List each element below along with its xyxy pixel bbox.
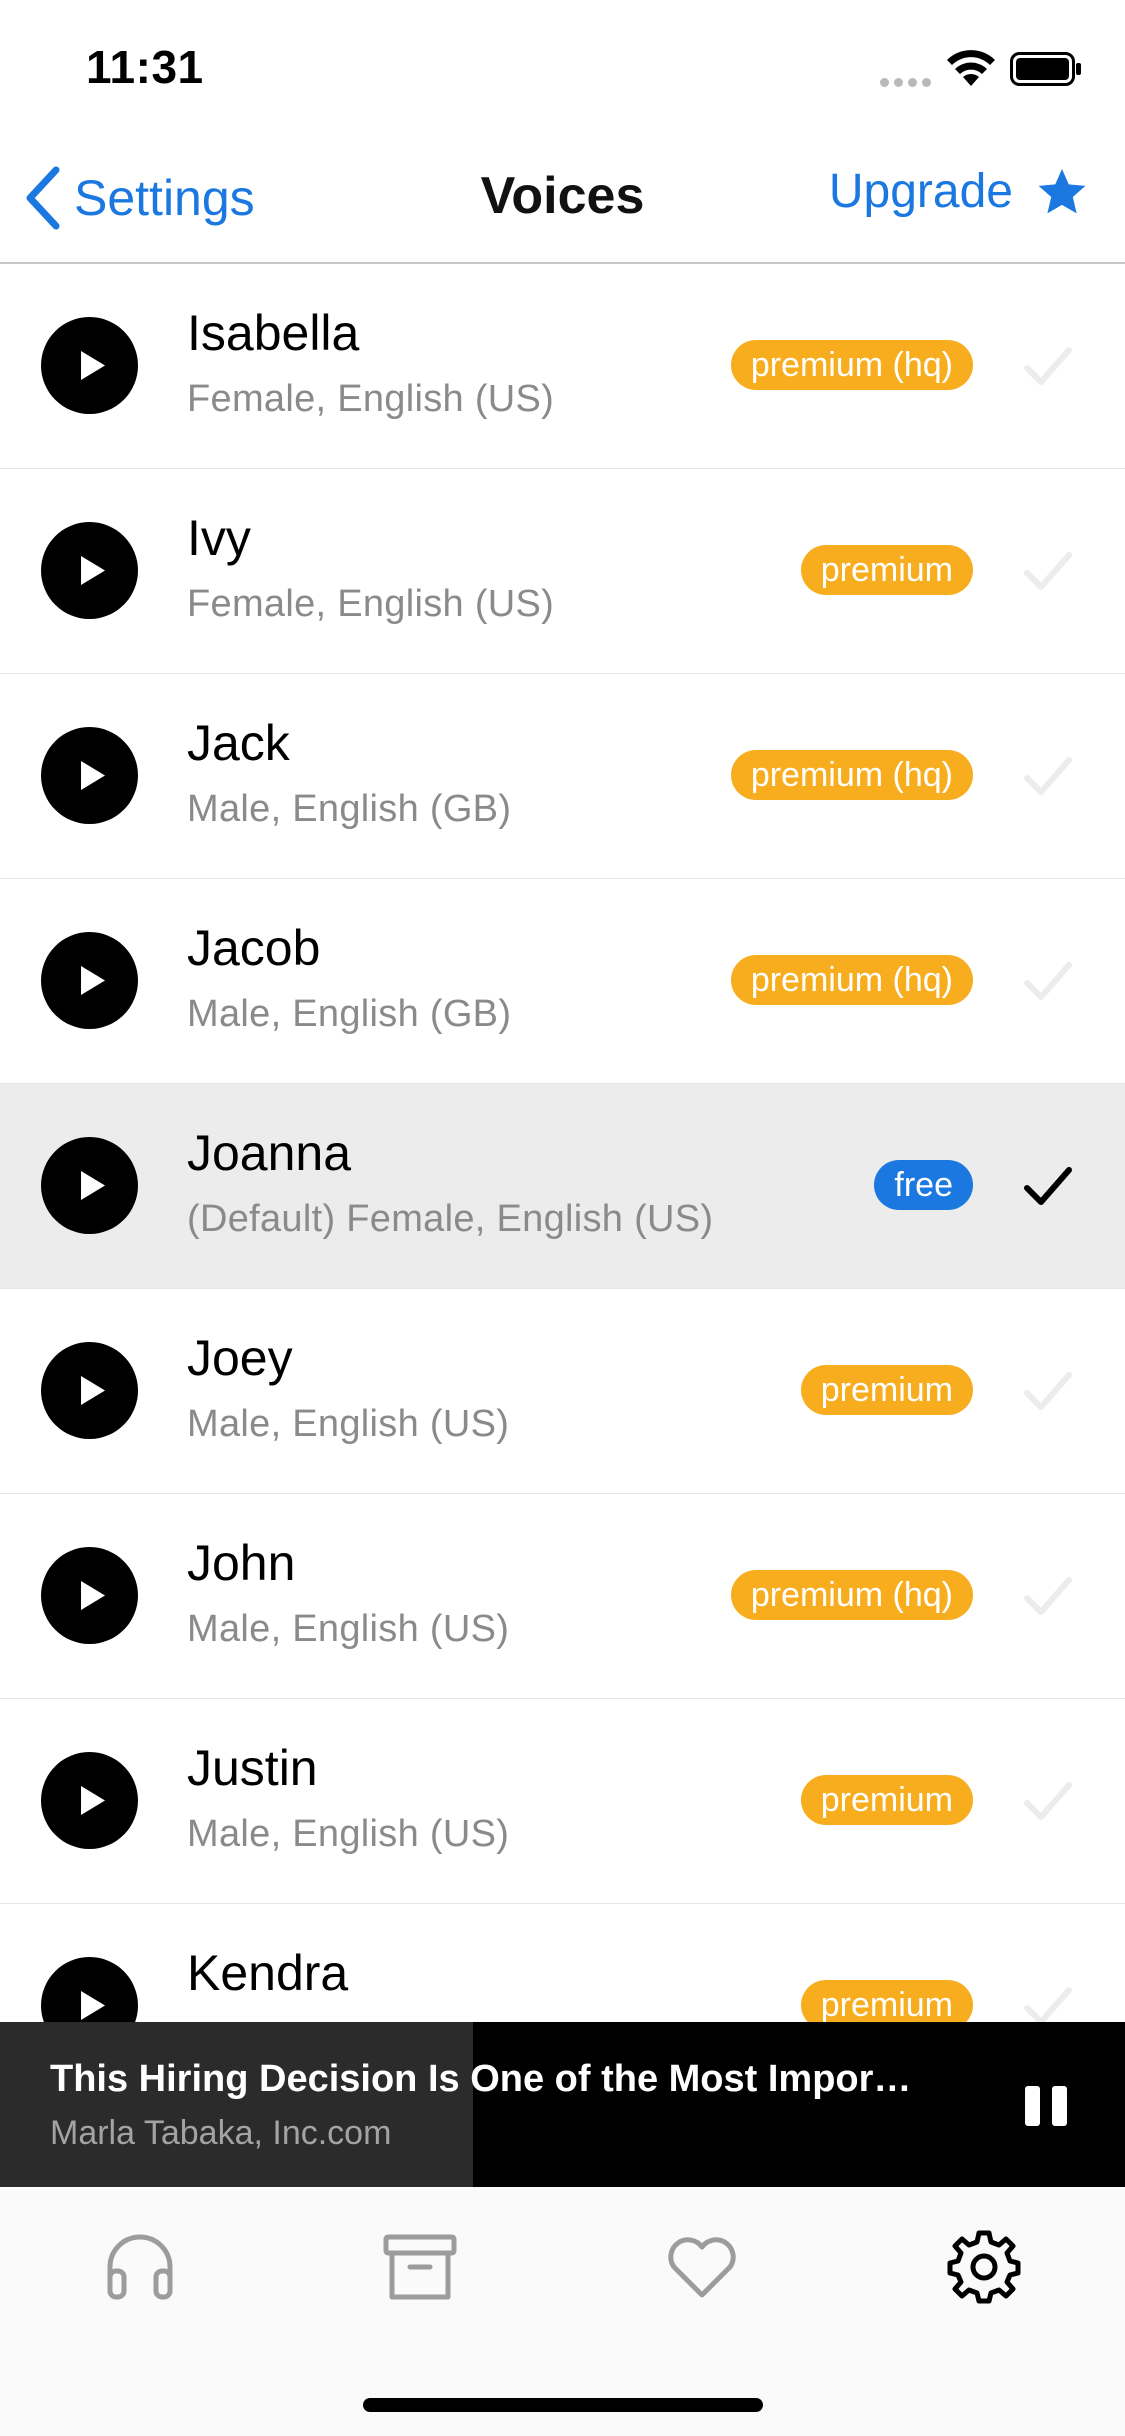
play-icon (81, 1581, 105, 1610)
pause-icon[interactable] (1023, 2084, 1069, 2128)
voice-name: Jack (187, 715, 290, 771)
voice-name: John (187, 1535, 296, 1591)
play-icon (81, 556, 105, 585)
voice-row-joey[interactable]: Joey Male, English (US) premium (0, 1289, 1125, 1494)
checkmark-icon (1024, 1372, 1072, 1410)
voice-description: Female, English (US) (187, 378, 555, 420)
voice-list[interactable]: Isabella Female, English (US) premium (h… (0, 264, 1125, 2022)
play-button[interactable] (41, 1547, 138, 1644)
tier-badge: premium (800, 1980, 973, 2022)
play-icon (81, 1171, 105, 1200)
tier-badge: premium (800, 1775, 973, 1825)
now-playing-subtitle: Marla Tabaka, Inc.com (50, 2114, 392, 2152)
voice-description: Male, English (US) (187, 1403, 510, 1445)
checkmark-icon (1024, 347, 1072, 385)
checkmark-icon (1024, 962, 1072, 1000)
tier-badge: premium (hq) (730, 340, 973, 390)
voice-description: Male, English (US) (187, 1813, 510, 1855)
voice-row-isabella[interactable]: Isabella Female, English (US) premium (h… (0, 264, 1125, 469)
archive-icon[interactable] (380, 2227, 460, 2307)
voice-row-justin[interactable]: Justin Male, English (US) premium (0, 1699, 1125, 1904)
voice-description: Male, English (GB) (187, 788, 512, 830)
star-icon (1038, 168, 1086, 213)
play-button[interactable] (41, 932, 138, 1029)
voice-row-john[interactable]: John Male, English (US) premium (hq) (0, 1494, 1125, 1699)
tier-badge: premium (800, 1365, 973, 1415)
checkmark-icon (1024, 1167, 1072, 1205)
voice-name: Jacob (187, 920, 321, 976)
play-icon (81, 1786, 105, 1815)
playback-progress (0, 2022, 473, 2187)
tier-badge: premium (hq) (730, 750, 973, 800)
voice-description: Female, English (US) (187, 583, 555, 625)
tier-badge: premium (800, 545, 973, 595)
play-icon (81, 966, 105, 995)
voice-name: Kendra (187, 1945, 349, 2001)
now-playing-bar[interactable]: This Hiring Decision Is One of the Most … (0, 2022, 1125, 2187)
play-button[interactable] (41, 1137, 138, 1234)
voice-name: Joey (187, 1330, 293, 1386)
play-icon (81, 761, 105, 790)
tier-badge: premium (hq) (730, 1570, 973, 1620)
gear-icon[interactable] (944, 2227, 1024, 2307)
tier-badge: premium (hq) (730, 955, 973, 1005)
checkmark-icon (1024, 1987, 1072, 2022)
voice-row-ivy[interactable]: Ivy Female, English (US) premium (0, 469, 1125, 674)
voice-name: Ivy (187, 510, 251, 566)
status-time: 11:31 (86, 41, 204, 93)
checkmark-icon (1024, 1577, 1072, 1615)
checkmark-icon (1024, 1782, 1072, 1820)
voice-name: Justin (187, 1740, 318, 1796)
checkmark-icon (1024, 552, 1072, 590)
wifi-icon (947, 50, 995, 86)
voice-row-jack[interactable]: Jack Male, English (GB) premium (hq) (0, 674, 1125, 879)
battery-icon (1010, 52, 1081, 86)
play-icon (81, 351, 105, 380)
upgrade-button[interactable]: Upgrade (829, 164, 1089, 219)
play-button[interactable] (41, 522, 138, 619)
voice-name: Joanna (187, 1125, 352, 1181)
voice-name: Isabella (187, 305, 360, 361)
status-bar: 11:31 (0, 0, 1125, 132)
voice-row-kendra[interactable]: Kendra premium (0, 1904, 1125, 2022)
play-icon (81, 1376, 105, 1405)
play-button[interactable] (41, 727, 138, 824)
play-button[interactable] (41, 1957, 138, 2022)
voice-description: Male, English (US) (187, 1608, 510, 1650)
voice-row-joanna[interactable]: Joanna (Default) Female, English (US) fr… (0, 1084, 1125, 1289)
heart-icon[interactable] (662, 2227, 742, 2307)
play-button[interactable] (41, 1342, 138, 1439)
tier-badge: free (874, 1160, 973, 1210)
cellular-signal-icon (880, 74, 936, 92)
upgrade-label: Upgrade (828, 165, 1013, 218)
now-playing-title: This Hiring Decision Is One of the Most … (50, 2058, 912, 2100)
checkmark-icon (1024, 757, 1072, 795)
voice-description: Male, English (GB) (187, 993, 512, 1035)
headphones-icon[interactable] (100, 2227, 180, 2307)
voice-description: (Default) Female, English (US) (187, 1198, 714, 1240)
play-icon (81, 1991, 105, 2020)
voice-row-jacob[interactable]: Jacob Male, English (GB) premium (hq) (0, 879, 1125, 1084)
home-indicator (363, 2398, 763, 2412)
navigation-bar: Settings Voices Upgrade (0, 132, 1125, 264)
play-button[interactable] (41, 317, 138, 414)
play-button[interactable] (41, 1752, 138, 1849)
